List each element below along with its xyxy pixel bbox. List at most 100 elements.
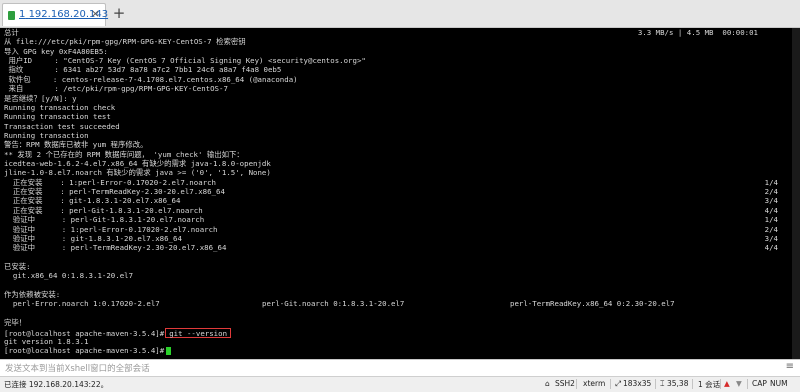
divider xyxy=(576,379,577,389)
divider xyxy=(692,379,693,389)
terminal-line: git version 1.8.3.1 xyxy=(4,337,796,346)
text-cursor xyxy=(166,347,172,356)
dependency-item: perl-Git.noarch 0:1.8.3.1-20.el7 xyxy=(262,299,405,309)
menu-icon[interactable]: ≡ xyxy=(786,361,794,372)
line-text: 导入 GPG key 0xF4A80EB5: xyxy=(4,46,108,56)
progress-counter: 4/4 xyxy=(764,205,778,215)
terminal-scrollbar[interactable] xyxy=(792,28,800,359)
terminal-line: 从 file:///etc/pki/rpm-gpg/RPM-GPG-KEY-Ce… xyxy=(4,37,796,46)
terminal-line: [root@localhost apache-maven-3.5.4]# xyxy=(4,346,796,356)
progress-counter: 2/4 xyxy=(764,187,778,197)
progress-counter: 1/4 xyxy=(764,215,778,225)
line-text: 正在安装 : perl-TermReadKey-2.30-20.el7.x86_… xyxy=(4,187,225,197)
terminal-line: 正在安装 : perl-Git-1.8.3.1-20.el7.noarch 4/4 xyxy=(4,206,796,215)
terminal-line: perl-Error.noarch 1:0.17020-2.el7 perl-Gi… xyxy=(4,299,796,308)
line-text: 验证中 : perl-TermReadKey-2.30-20.el7.x86_6… xyxy=(4,243,227,253)
session-count: 1 会话 xyxy=(698,380,721,389)
compose-placeholder: 发送文本到当前Xshell窗口的全部会话 xyxy=(5,364,150,374)
arrow-up-icon: ▲ xyxy=(724,379,730,388)
line-text: perl-Error.noarch 1:0.17020-2.el7 xyxy=(4,299,160,309)
terminal-line: 是否继续？[y/N]: y xyxy=(4,94,796,103)
connected-status-icon xyxy=(8,11,15,20)
line-text: git.x86_64 0:1.8.3.1-20.el7 xyxy=(4,271,134,281)
terminal-line: ** 发现 2 个已存在的 RPM 数据库问题， 'yum check' 输出如… xyxy=(4,150,796,159)
terminal-line: 总计 3.3 MB/s | 4.5 MB 00:00:01 xyxy=(4,28,796,37)
terminal-line: 导入 GPG key 0xF4A80EB5: xyxy=(4,47,796,56)
line-text: 总计 xyxy=(4,28,19,37)
terminal-line: 完毕！ xyxy=(4,318,796,327)
terminal-line: 验证中 : 1:perl-Error-0.17020-2.el7.noarch 2… xyxy=(4,225,796,234)
line-text: Running transaction check xyxy=(4,102,116,112)
new-tab-button[interactable]: + xyxy=(111,5,127,21)
tab-number: 1 xyxy=(19,9,26,20)
terminal-line: jline-1.0-8.el7.noarch 有缺少的需求 java >= ('… xyxy=(4,168,796,177)
terminal-view[interactable]: 总计 3.3 MB/s | 4.5 MB 00:00:01 从 file:///et… xyxy=(0,28,800,359)
terminal-line: Transaction test succeeded xyxy=(4,122,796,131)
terminal-line: 指纹 : 6341 ab27 53d7 8a78 a7c2 7bb1 24c6 … xyxy=(4,65,796,74)
terminal-line: 已安装: xyxy=(4,262,796,271)
status-bar: 已连接 192.168.20.143:22。 ⌂ SSH2 xterm ⤢ 18… xyxy=(0,376,800,392)
terminal-line: 作为依赖被安装: xyxy=(4,290,796,299)
divider xyxy=(720,379,721,389)
line-text: Transaction test succeeded xyxy=(4,121,120,131)
terminal-line: 正在安装 : perl-TermReadKey-2.30-20.el7.x86_… xyxy=(4,187,796,196)
terminal-line: Running transaction check xyxy=(4,103,796,112)
line-text: 来自 : /etc/pki/rpm-gpg/RPM-GPG-KEY-CentOS… xyxy=(4,84,228,94)
cursor-icon: ⌶ xyxy=(660,379,665,388)
terminal-output: 总计 3.3 MB/s | 4.5 MB 00:00:01 从 file:///et… xyxy=(4,28,796,356)
divider xyxy=(655,379,656,389)
progress-counter: 4/4 xyxy=(764,243,778,253)
line-text: 软件包 : centos-release-7-4.1708.el7.centos… xyxy=(4,74,298,84)
line-text: 从 file:///etc/pki/rpm-gpg/RPM-GPG-KEY-Ce… xyxy=(4,37,246,47)
line-text: 警告：RPM 数据库已被非 yum 程序修改。 xyxy=(4,140,148,150)
terminal-line: 验证中 : perl-TermReadKey-2.30-20.el7.x86_6… xyxy=(4,243,796,252)
tab-bar: 1 192.168.20.143 × + xyxy=(0,0,800,28)
divider xyxy=(747,379,748,389)
terminal-line: [root@localhost apache-maven-3.5.4]# git … xyxy=(4,327,796,338)
line-text: Running transaction test xyxy=(4,112,111,122)
terminal-line: 软件包 : centos-release-7-4.1708.el7.centos… xyxy=(4,75,796,84)
line-text: 是否继续？[y/N]: y xyxy=(4,93,77,103)
terminal-line: 警告：RPM 数据库已被非 yum 程序修改。 xyxy=(4,140,796,149)
line-text: 已安装: xyxy=(4,261,31,271)
line-text: 作为依赖被安装: xyxy=(4,290,61,300)
terminal-line: 验证中 : perl-Git-1.8.3.1-20.el7.noarch 1/4 xyxy=(4,215,796,224)
progress-counter: 3/4 xyxy=(764,196,778,206)
terminal-line: 验证中 : git-1.8.3.1-20.el7.x86_64 3/4 xyxy=(4,234,796,243)
line-text: 正在安装 : perl-Git-1.8.3.1-20.el7.noarch xyxy=(4,205,203,215)
line-text: jline-1.0-8.el7.noarch 有缺少的需求 java >= ('… xyxy=(4,168,271,178)
line-text: 正在安装 : 1:perl-Error-0.17020-2.el7.noarch xyxy=(4,177,216,187)
line-text: 验证中 : git-1.8.3.1-20.el7.x86_64 xyxy=(4,233,182,243)
terminal-line: 正在安装 : git-1.8.3.1-20.el7.x86_64 3/4 xyxy=(4,196,796,205)
download-stats: 3.3 MB/s | 4.5 MB 00:00:01 xyxy=(637,28,758,37)
terminal-line: 用户ID : "CentOS-7 Key (CentOS 7 Official … xyxy=(4,56,796,65)
line-text: 指纹 : 6341 ab27 53d7 8a78 a7c2 7bb1 24c6 … xyxy=(4,65,282,75)
terminal-line: git.x86_64 0:1.8.3.1-20.el7 xyxy=(4,271,796,280)
caps-lock-indicator: CAP xyxy=(752,379,767,388)
close-icon[interactable]: × xyxy=(91,7,100,21)
cursor-position: 35,38 xyxy=(667,379,689,388)
progress-counter: 3/4 xyxy=(764,233,778,243)
lock-icon: ⌂ xyxy=(545,379,550,388)
progress-counter: 1/4 xyxy=(764,177,778,187)
compose-bar[interactable]: 发送文本到当前Xshell窗口的全部会话 ≡ xyxy=(0,359,800,376)
line-text: 验证中 : 1:perl-Error-0.17020-2.el7.noarch xyxy=(4,224,218,234)
line-text: 完毕！ xyxy=(4,318,27,328)
protocol-label: SSH2 xyxy=(555,379,575,388)
terminal-type: xterm xyxy=(583,379,606,388)
line-text: Running transaction xyxy=(4,130,89,140)
line-text: 正在安装 : git-1.8.3.1-20.el7.x86_64 xyxy=(4,196,181,206)
progress-counter: 2/4 xyxy=(764,224,778,234)
terminal-size: 183x35 xyxy=(623,379,652,388)
session-tab[interactable]: 1 192.168.20.143 × xyxy=(2,3,108,26)
line-text: git version 1.8.3.1 xyxy=(4,336,89,346)
dependency-item: perl-TermReadKey.x86_64 0:2.30-20.el7 xyxy=(510,299,675,309)
terminal-line: Running transaction test xyxy=(4,112,796,121)
line-text: 验证中 : perl-Git-1.8.3.1-20.el7.noarch xyxy=(4,215,205,225)
terminal-line: 来自 : /etc/pki/rpm-gpg/RPM-GPG-KEY-CentOS… xyxy=(4,84,796,93)
line-text: ** 发现 2 个已存在的 RPM 数据库问题， 'yum check' 输出如… xyxy=(4,149,244,159)
arrow-down-icon: ▼ xyxy=(736,379,742,388)
